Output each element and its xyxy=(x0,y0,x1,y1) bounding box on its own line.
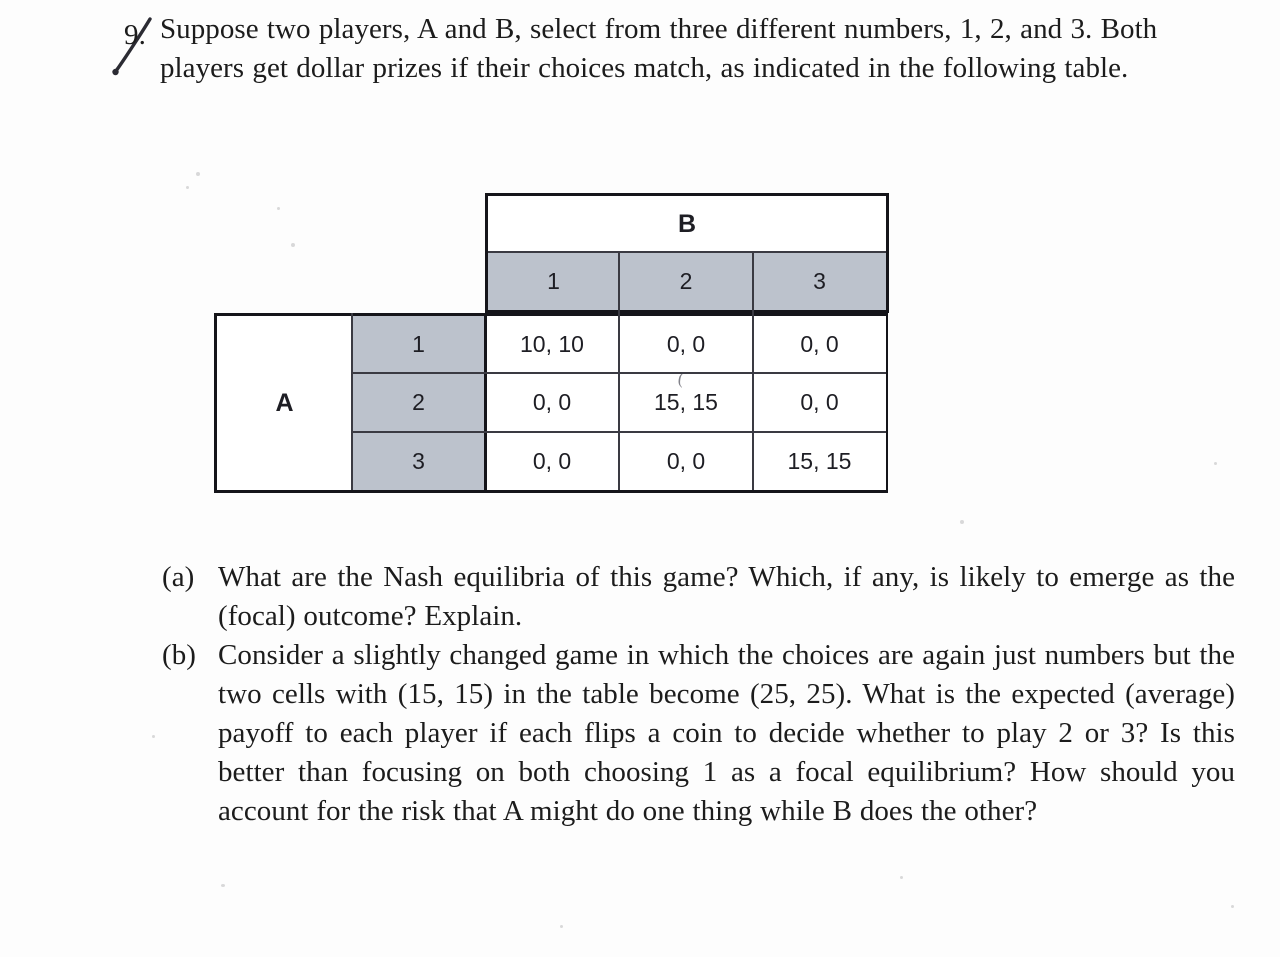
rule-rowlabel-rowheaders xyxy=(351,313,353,490)
payoff-cell-r1c3: 0, 0 xyxy=(753,316,886,373)
payoff-cell-r3c2: 0, 0 xyxy=(619,432,753,490)
question-block: 9. Suppose two players, A and B, select … xyxy=(112,10,1228,88)
subquestion-b-text: Consider a slightly changed game in whic… xyxy=(218,639,1235,827)
column-header-3: 3 xyxy=(753,253,886,310)
subquestion-a-marker: (a) xyxy=(162,561,195,593)
row-header-3: 3 xyxy=(352,432,485,490)
payoff-cell-r2c1: 0, 0 xyxy=(485,373,619,432)
rule-above-column-headers xyxy=(488,251,886,253)
subquestion-b-marker: (b) xyxy=(162,639,196,671)
rule-under-column-headers xyxy=(485,310,889,313)
row-header-2: 2 xyxy=(352,373,485,432)
subquestion-b: (b) Consider a slightly changed game in … xyxy=(160,636,1235,831)
subquestion-a: (a) What are the Nash equilibria of this… xyxy=(160,558,1235,636)
column-player-label: B xyxy=(677,210,697,238)
payoff-cell-r2c2: 15, 15 xyxy=(619,373,753,432)
payoff-cell-r3c1: 0, 0 xyxy=(485,432,619,490)
question-body-text: Suppose two players, A and B, select fro… xyxy=(160,13,1158,84)
rule-rowheaders-payoffs xyxy=(484,313,487,490)
row-player-label: A xyxy=(275,388,294,417)
row-header-1: 1 xyxy=(352,316,485,373)
payoff-cell-r2c3: 0, 0 xyxy=(753,373,886,432)
column-header-2: 2 xyxy=(619,253,753,310)
rule-row-2-3 xyxy=(352,431,886,433)
column-header-1: 1 xyxy=(488,253,619,310)
payoff-matrix-table: B 1 2 3 A 1 2 3 10, 10 0, 0 0, 0 0, 0 15… xyxy=(214,193,889,493)
payoff-cell-r1c2: 0, 0 xyxy=(619,316,753,373)
payoff-cell-r1c1: 10, 10 xyxy=(485,316,619,373)
rule-row-1-2 xyxy=(352,372,886,374)
subquestion-a-text: What are the Nash equilibria of this gam… xyxy=(218,561,1235,632)
question-number: 9. xyxy=(124,19,146,51)
payoff-cell-r3c3: 15, 15 xyxy=(753,432,886,490)
subquestion-list: (a) What are the Nash equilibria of this… xyxy=(160,558,1235,831)
